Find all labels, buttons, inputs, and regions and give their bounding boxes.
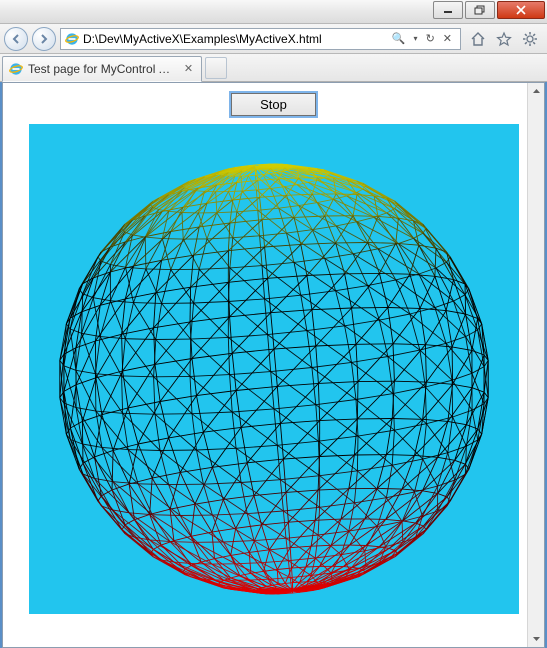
page-body: Stop: [3, 83, 544, 634]
search-icon[interactable]: 🔍: [392, 32, 406, 45]
stop-load-icon[interactable]: ✕: [443, 32, 452, 45]
close-button[interactable]: [497, 1, 545, 19]
tab-close-icon[interactable]: ✕: [182, 63, 195, 76]
tools-icon[interactable]: [521, 30, 539, 48]
toolbar-icons: [465, 30, 543, 48]
favorites-icon[interactable]: [495, 30, 513, 48]
scroll-up-icon[interactable]: [528, 83, 544, 100]
wireframe-sphere: [29, 124, 519, 614]
home-icon[interactable]: [469, 30, 487, 48]
vertical-scrollbar[interactable]: [527, 83, 544, 647]
activex-canvas: [29, 124, 519, 614]
ie-icon: [65, 32, 79, 46]
dropdown-icon[interactable]: ▾: [414, 34, 418, 43]
refresh-icon[interactable]: ↻: [426, 32, 435, 45]
titlebar: [0, 0, 547, 24]
content-area: Stop: [2, 82, 545, 648]
forward-button[interactable]: [32, 27, 56, 51]
tab-strip: Test page for MyControl Ac... ✕: [0, 54, 547, 82]
address-bar[interactable]: 🔍 ▾ ↻ ✕: [60, 28, 461, 50]
minimize-button[interactable]: [433, 1, 463, 19]
url-input[interactable]: [83, 32, 384, 46]
address-bar-row: 🔍 ▾ ↻ ✕: [0, 24, 547, 54]
ie-icon: [9, 62, 23, 76]
browser-window: 🔍 ▾ ↻ ✕ Test page for: [0, 0, 547, 648]
tab-title: Test page for MyControl Ac...: [28, 62, 177, 76]
stop-button[interactable]: Stop: [231, 93, 316, 116]
scroll-down-icon[interactable]: [528, 630, 544, 647]
tab-active[interactable]: Test page for MyControl Ac... ✕: [2, 56, 202, 82]
back-button[interactable]: [4, 27, 28, 51]
address-actions: 🔍 ▾ ↻ ✕: [388, 32, 456, 45]
new-tab-button[interactable]: [205, 57, 227, 79]
maximize-button[interactable]: [465, 1, 495, 19]
